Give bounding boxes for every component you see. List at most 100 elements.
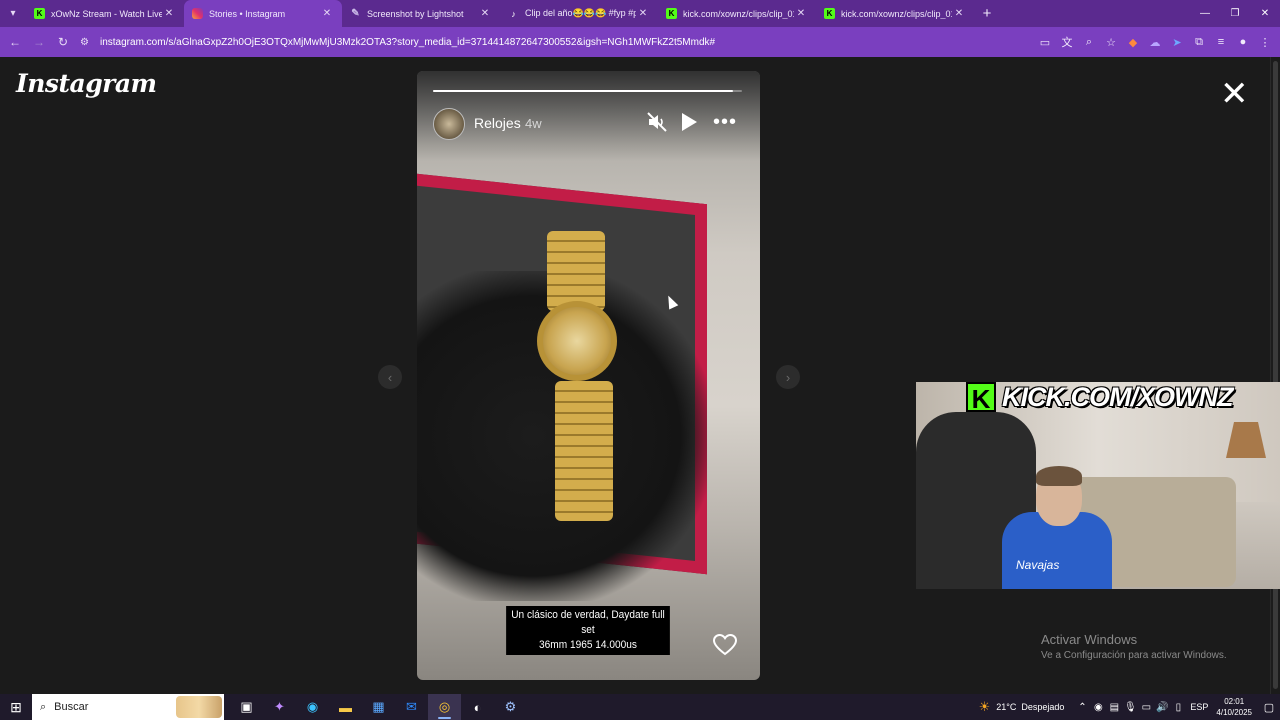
- activate-windows-title: Activar Windows: [1041, 632, 1138, 647]
- activate-windows-subtitle: Ve a Configuración para activar Windows.: [1041, 650, 1227, 661]
- weather-sun-icon: ☀: [978, 699, 991, 714]
- cape-text: Navajas: [1016, 558, 1060, 572]
- previous-story-button[interactable]: ‹: [378, 365, 402, 389]
- tab-tiktok[interactable]: ♪ Clip del año😂😂😂 #fyp #p ✕: [500, 0, 658, 27]
- profile-avatar-icon[interactable]: ●: [1232, 30, 1254, 54]
- tab-kick-stream[interactable]: K xOwNz Stream - Watch Live on ✕: [26, 0, 184, 27]
- kick-logo-icon: K: [966, 382, 996, 414]
- weather-widget[interactable]: ☀ 21°C Despejado: [979, 699, 1065, 715]
- tab-title: kick.com/xownz/clips/clip_01JS: [683, 8, 794, 19]
- device-icon[interactable]: ▤: [1106, 702, 1122, 713]
- show-hidden-icons-icon[interactable]: ⌃: [1074, 702, 1090, 713]
- tab-title: Screenshot by Lightshot: [367, 8, 464, 19]
- watch-band-image: [547, 231, 605, 311]
- tab-title: xOwNz Stream - Watch Live on: [51, 8, 162, 19]
- close-story-icon[interactable]: ✕: [1220, 77, 1249, 111]
- notifications-icon[interactable]: ▢: [1258, 701, 1280, 714]
- search-highlight-image: [176, 696, 222, 718]
- clock-time: 02:01: [1224, 697, 1245, 706]
- tab-kick-clip-1[interactable]: K kick.com/xownz/clips/clip_01JS ✕: [658, 0, 816, 27]
- close-window-icon[interactable]: ✕: [1250, 0, 1280, 27]
- reading-list-icon[interactable]: ≡: [1210, 30, 1232, 54]
- instagram-story-page: Instagram ✕ ‹ › Relojes 4w ••• Un clásic…: [0, 57, 1270, 694]
- copilot-icon[interactable]: ✦: [263, 694, 296, 720]
- next-story-button[interactable]: ›: [776, 365, 800, 389]
- tab-kick-clip-2[interactable]: K kick.com/xownz/clips/clip_01JS ✕: [816, 0, 974, 27]
- story-caption: Un clásico de verdad, Daydate full set 3…: [506, 606, 670, 655]
- translate-icon[interactable]: 文: [1056, 30, 1078, 54]
- close-tab-icon[interactable]: ✕: [952, 8, 966, 19]
- microphone-icon[interactable]: 🎙: [1122, 702, 1138, 713]
- zoom-icon[interactable]: ⌕: [1078, 30, 1100, 54]
- weather-temperature: 21°C: [996, 702, 1017, 712]
- browser-toolbar: ← → ↻ ⚙ instagram.com/s/aGlnaGxpZ2h0OjE3…: [0, 27, 1280, 57]
- tab-lightshot[interactable]: ✎ Screenshot by Lightshot ✕: [342, 0, 500, 27]
- volume-icon[interactable]: 🔊: [1154, 702, 1170, 713]
- address-bar[interactable]: ⚙ instagram.com/s/aGlnaGxpZ2h0OjE3OTQxMj…: [80, 31, 1000, 53]
- watch-band-image: [555, 381, 613, 521]
- kick-icon: K: [34, 8, 45, 19]
- tab-instagram-stories[interactable]: Stories • Instagram ✕: [184, 0, 342, 27]
- file-explorer-icon[interactable]: ▬: [329, 694, 362, 720]
- close-tab-icon[interactable]: ✕: [794, 8, 808, 19]
- play-icon[interactable]: [680, 112, 698, 132]
- tab-title: Stories • Instagram: [209, 8, 286, 19]
- tab-title: Clip del año😂😂😂 #fyp #p: [525, 8, 636, 18]
- more-options-icon[interactable]: •••: [713, 111, 737, 134]
- extensions-puzzle-icon[interactable]: ⧉: [1188, 30, 1210, 54]
- close-tab-icon[interactable]: ✕: [320, 8, 334, 19]
- close-tab-icon[interactable]: ✕: [478, 8, 492, 19]
- taskbar-search-box[interactable]: ⌕ Buscar: [32, 694, 224, 720]
- like-heart-icon[interactable]: [713, 634, 737, 656]
- instagram-logo[interactable]: Instagram: [16, 69, 157, 98]
- extension-fox-icon[interactable]: ◆: [1122, 30, 1144, 54]
- bookmark-star-icon[interactable]: ☆: [1100, 30, 1122, 54]
- edge-icon[interactable]: ◉: [296, 694, 329, 720]
- tab-search-icon[interactable]: ▾: [0, 0, 26, 27]
- restore-icon[interactable]: ❐: [1220, 0, 1250, 27]
- url-host: instagram.com: [100, 36, 166, 48]
- story-username[interactable]: Relojes: [474, 115, 521, 131]
- muted-speaker-icon[interactable]: [646, 111, 668, 133]
- extension-cursor-icon[interactable]: ➤: [1166, 30, 1188, 54]
- tiktok-icon: ♪: [511, 8, 516, 19]
- steam-icon[interactable]: ⚙: [494, 694, 527, 720]
- taskbar-clock[interactable]: 02:01 4/10/2025: [1216, 696, 1252, 718]
- toolbar-icons: ▭ 文 ⌕ ☆ ◆ ☁ ➤ ⧉ ≡ ● ⋮: [1034, 30, 1276, 54]
- kick-icon: K: [824, 8, 835, 19]
- chrome-icon[interactable]: ◎: [428, 694, 461, 720]
- close-tab-icon[interactable]: ✕: [162, 8, 176, 19]
- new-tab-button[interactable]: +: [974, 0, 1000, 27]
- windows-taskbar: ⊞ ⌕ Buscar ▣ ✦ ◉ ▬ ▦ ✉ ◎ ◐ ⚙ ☀ 21°C Desp…: [0, 694, 1280, 720]
- input-language[interactable]: ESP: [1190, 702, 1208, 712]
- page-scrollbar[interactable]: [1270, 57, 1280, 694]
- network-icon[interactable]: ▭: [1138, 702, 1154, 713]
- close-tab-icon[interactable]: ✕: [636, 8, 650, 19]
- site-info-icon[interactable]: ⚙: [80, 37, 100, 48]
- story-viewer[interactable]: Relojes 4w ••• Un clásico de verdad, Day…: [417, 71, 760, 680]
- outlook-icon[interactable]: ✉: [395, 694, 428, 720]
- microsoft-store-icon[interactable]: ▦: [362, 694, 395, 720]
- scrollbar-thumb[interactable]: [1273, 61, 1278, 689]
- system-tray: ☀ 21°C Despejado ⌃ ◉ ▤ 🎙 ▭ 🔊 ▯ ESP 02:01…: [979, 694, 1280, 720]
- forward-button[interactable]: →: [27, 30, 51, 54]
- url-path: /s/aGlnaGxpZ2h0OjE3OTQxMjMwMjU3Mzk2OTA3?…: [165, 36, 716, 48]
- minimize-icon[interactable]: —: [1190, 0, 1220, 27]
- caption-line-2: 36mm 1965 14.000us: [539, 639, 637, 651]
- kick-icon: K: [666, 8, 677, 19]
- kick-channel-url: KICK.COM/XOWNZ: [1002, 381, 1233, 412]
- battery-icon[interactable]: ▯: [1170, 702, 1186, 713]
- weather-condition: Despejado: [1021, 702, 1065, 712]
- back-button[interactable]: ←: [3, 30, 27, 54]
- reload-button[interactable]: ↻: [51, 30, 75, 54]
- record-icon[interactable]: ◉: [1090, 702, 1106, 713]
- extension-cloud-icon[interactable]: ☁: [1144, 30, 1166, 54]
- url-text: instagram.com/s/aGlnaGxpZ2h0OjE3OTQxMjMw…: [100, 37, 715, 48]
- menu-kebab-icon[interactable]: ⋮: [1254, 30, 1276, 54]
- browser-tab-strip: ▾ K xOwNz Stream - Watch Live on ✕ Stori…: [0, 0, 1280, 27]
- task-view-icon[interactable]: ▣: [230, 694, 263, 720]
- cast-icon[interactable]: ▭: [1034, 30, 1056, 54]
- windows-start-icon[interactable]: ⊞: [0, 694, 32, 720]
- story-avatar[interactable]: [433, 108, 465, 140]
- obs-icon[interactable]: ◐: [461, 694, 494, 720]
